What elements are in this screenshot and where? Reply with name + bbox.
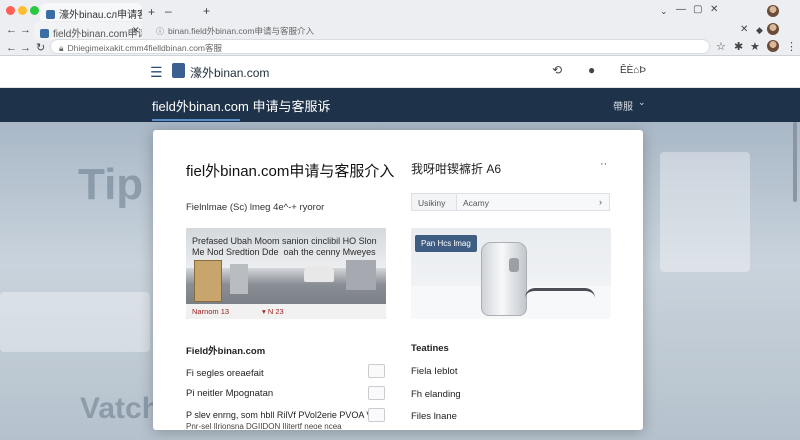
site-favicon-icon	[46, 10, 55, 19]
brand-name[interactable]: 濠外binan.com	[190, 64, 269, 81]
tab-active[interactable]: 濠外binau.cл申请客履	[40, 3, 142, 21]
banner-underline	[152, 119, 240, 121]
banner-title: field外binan.com 申请与客服诉	[152, 99, 331, 114]
left-item-2-checkbox[interactable]	[368, 386, 385, 400]
right-item-2[interactable]: Fh elanding	[411, 389, 461, 400]
page-banner: field外binan.com 申请与客服诉 帶服 ⌄	[0, 88, 800, 122]
share-icon[interactable]: ⟲	[552, 63, 562, 77]
left-overflow-line: Pnr-sel Ilrionsna DGIIDON Ilitertf neoe …	[186, 422, 342, 430]
right-title: 我呀咁锲褯折 A6	[411, 162, 502, 176]
photo2-appliance-body	[481, 242, 527, 316]
left-item-2: Pi neitler Mpognatan	[186, 388, 274, 399]
new-tab-plus-icon[interactable]: +	[203, 5, 210, 17]
left-item-3: P slev enrng, som hbll RilVf PVol2erie P…	[186, 410, 377, 420]
filter-chip-left[interactable]: Usikiny	[411, 193, 457, 211]
photo2-hose	[525, 288, 595, 298]
showroom-photo[interactable]: Prefased Ubah Moom sanion cinclibil HO S…	[186, 228, 386, 319]
maximize-window-button[interactable]	[30, 6, 39, 15]
minimize-window-button[interactable]	[18, 6, 27, 15]
secondary-favicon-icon	[40, 29, 49, 38]
back-icon[interactable]: ←	[6, 24, 17, 36]
chevron-down-icon[interactable]: ⌄	[638, 97, 646, 108]
more-options-icon[interactable]: ··	[600, 158, 607, 170]
close-icon[interactable]: ✕	[740, 24, 748, 36]
header-right-link[interactable]: ÊÈ⌂Þ	[620, 65, 646, 76]
new-tab-button[interactable]: +	[148, 6, 155, 18]
profile-button[interactable]	[767, 40, 779, 52]
bg-text-bottom: Vatch	[80, 392, 161, 425]
forward-button[interactable]: →	[20, 42, 31, 54]
left-item-1-checkbox[interactable]	[368, 364, 385, 378]
banner-menu[interactable]: 帶服	[613, 98, 633, 113]
window-minimize-icon[interactable]: —	[676, 4, 686, 16]
secondary-tab-close-icon[interactable]: ✕	[132, 24, 140, 36]
tab-search-icon[interactable]: ⌄	[660, 5, 668, 17]
user-icon[interactable]: ●	[588, 63, 595, 77]
close-window-button[interactable]	[6, 6, 15, 15]
chevron-right-icon: ›	[599, 197, 602, 207]
right-item-3[interactable]: Files lnane	[411, 411, 457, 422]
filter-select[interactable]: Acamy ›	[456, 193, 610, 211]
left-item-1: Fi segles oreaefait	[186, 368, 264, 379]
left-item-3-checkbox[interactable]	[368, 408, 385, 422]
reload-icon[interactable]: ↻	[36, 42, 45, 54]
bg-panel-left	[0, 292, 150, 352]
photo2-action-button[interactable]: Pan Hcs lmag	[415, 235, 477, 252]
photo2-appliance-handle	[509, 258, 519, 272]
bg-text-left: Tip	[78, 160, 144, 209]
product-photo[interactable]: Pan Hcs lmag	[411, 228, 611, 319]
photo1-tag-left: Narnom 13	[192, 307, 230, 316]
brand-logo-icon	[172, 63, 185, 78]
photo-car-shape	[304, 266, 334, 282]
scrollbar-thumb[interactable]	[793, 122, 797, 202]
left-section-title: Field外binan.com	[186, 346, 266, 357]
bookmark-star-icon[interactable]: ☆	[716, 41, 726, 53]
tab-secondary[interactable]: field外binan.com申请	[34, 22, 142, 40]
window-close-icon[interactable]: ✕	[710, 4, 718, 16]
site-header: ☰ 濠外binan.com ⟲ ● ÊÈ⌂Þ	[0, 56, 800, 88]
card-title: fiel外binan.com申请与客服介入	[186, 163, 395, 180]
hamburger-menu-icon[interactable]: ☰	[150, 64, 163, 81]
tab-close-icon[interactable]: –	[165, 5, 172, 17]
extensions-icon[interactable]: ✱	[734, 41, 743, 53]
page-url-text: ⓘ binan.field外binan.com申请与客服介入	[156, 26, 314, 36]
card-subtitle: Fielnlmae (Sc) lmeg 4e^-+ ryoror	[186, 202, 325, 213]
photo1-caption: Prefased Ubah Moom sanion cinclibil HO S…	[192, 236, 377, 257]
profile-avatar-secondary[interactable]	[767, 23, 779, 35]
forward-icon[interactable]: →	[20, 24, 31, 36]
menu-kebab-icon[interactable]: ⋮	[786, 41, 797, 53]
favorites-icon[interactable]: ★	[750, 41, 760, 53]
extension-icon[interactable]: ◆	[756, 24, 763, 36]
support-card: fiel外binan.com申请与客服介入 Fielnlmae (Sc) lme…	[153, 130, 643, 430]
photo-wall-shape	[346, 260, 376, 290]
photo-cabinet-shape	[194, 260, 222, 302]
info-icon: ⓘ	[156, 27, 164, 36]
right-section-title: Teatines	[411, 343, 449, 354]
right-item-1[interactable]: Fiela Ieblot	[411, 366, 457, 377]
lock-icon: 🔒︎	[59, 43, 64, 53]
back-button[interactable]: ←	[6, 42, 17, 54]
address-bar[interactable]: 🔒︎ Dhiegimeixakit.cmm4fielldbinan.com客服	[50, 39, 710, 54]
browser-chrome: 濠外binau.cл申请客履 + – + ⌄ — ▢ ✕ ← → field外b…	[0, 0, 800, 56]
window-restore-icon[interactable]: ▢	[693, 4, 702, 16]
profile-avatar[interactable]	[767, 5, 779, 17]
photo1-tag-right: ▾ N 23	[262, 307, 284, 316]
bg-panel-right	[660, 152, 750, 272]
photo-door-shape	[230, 264, 248, 294]
